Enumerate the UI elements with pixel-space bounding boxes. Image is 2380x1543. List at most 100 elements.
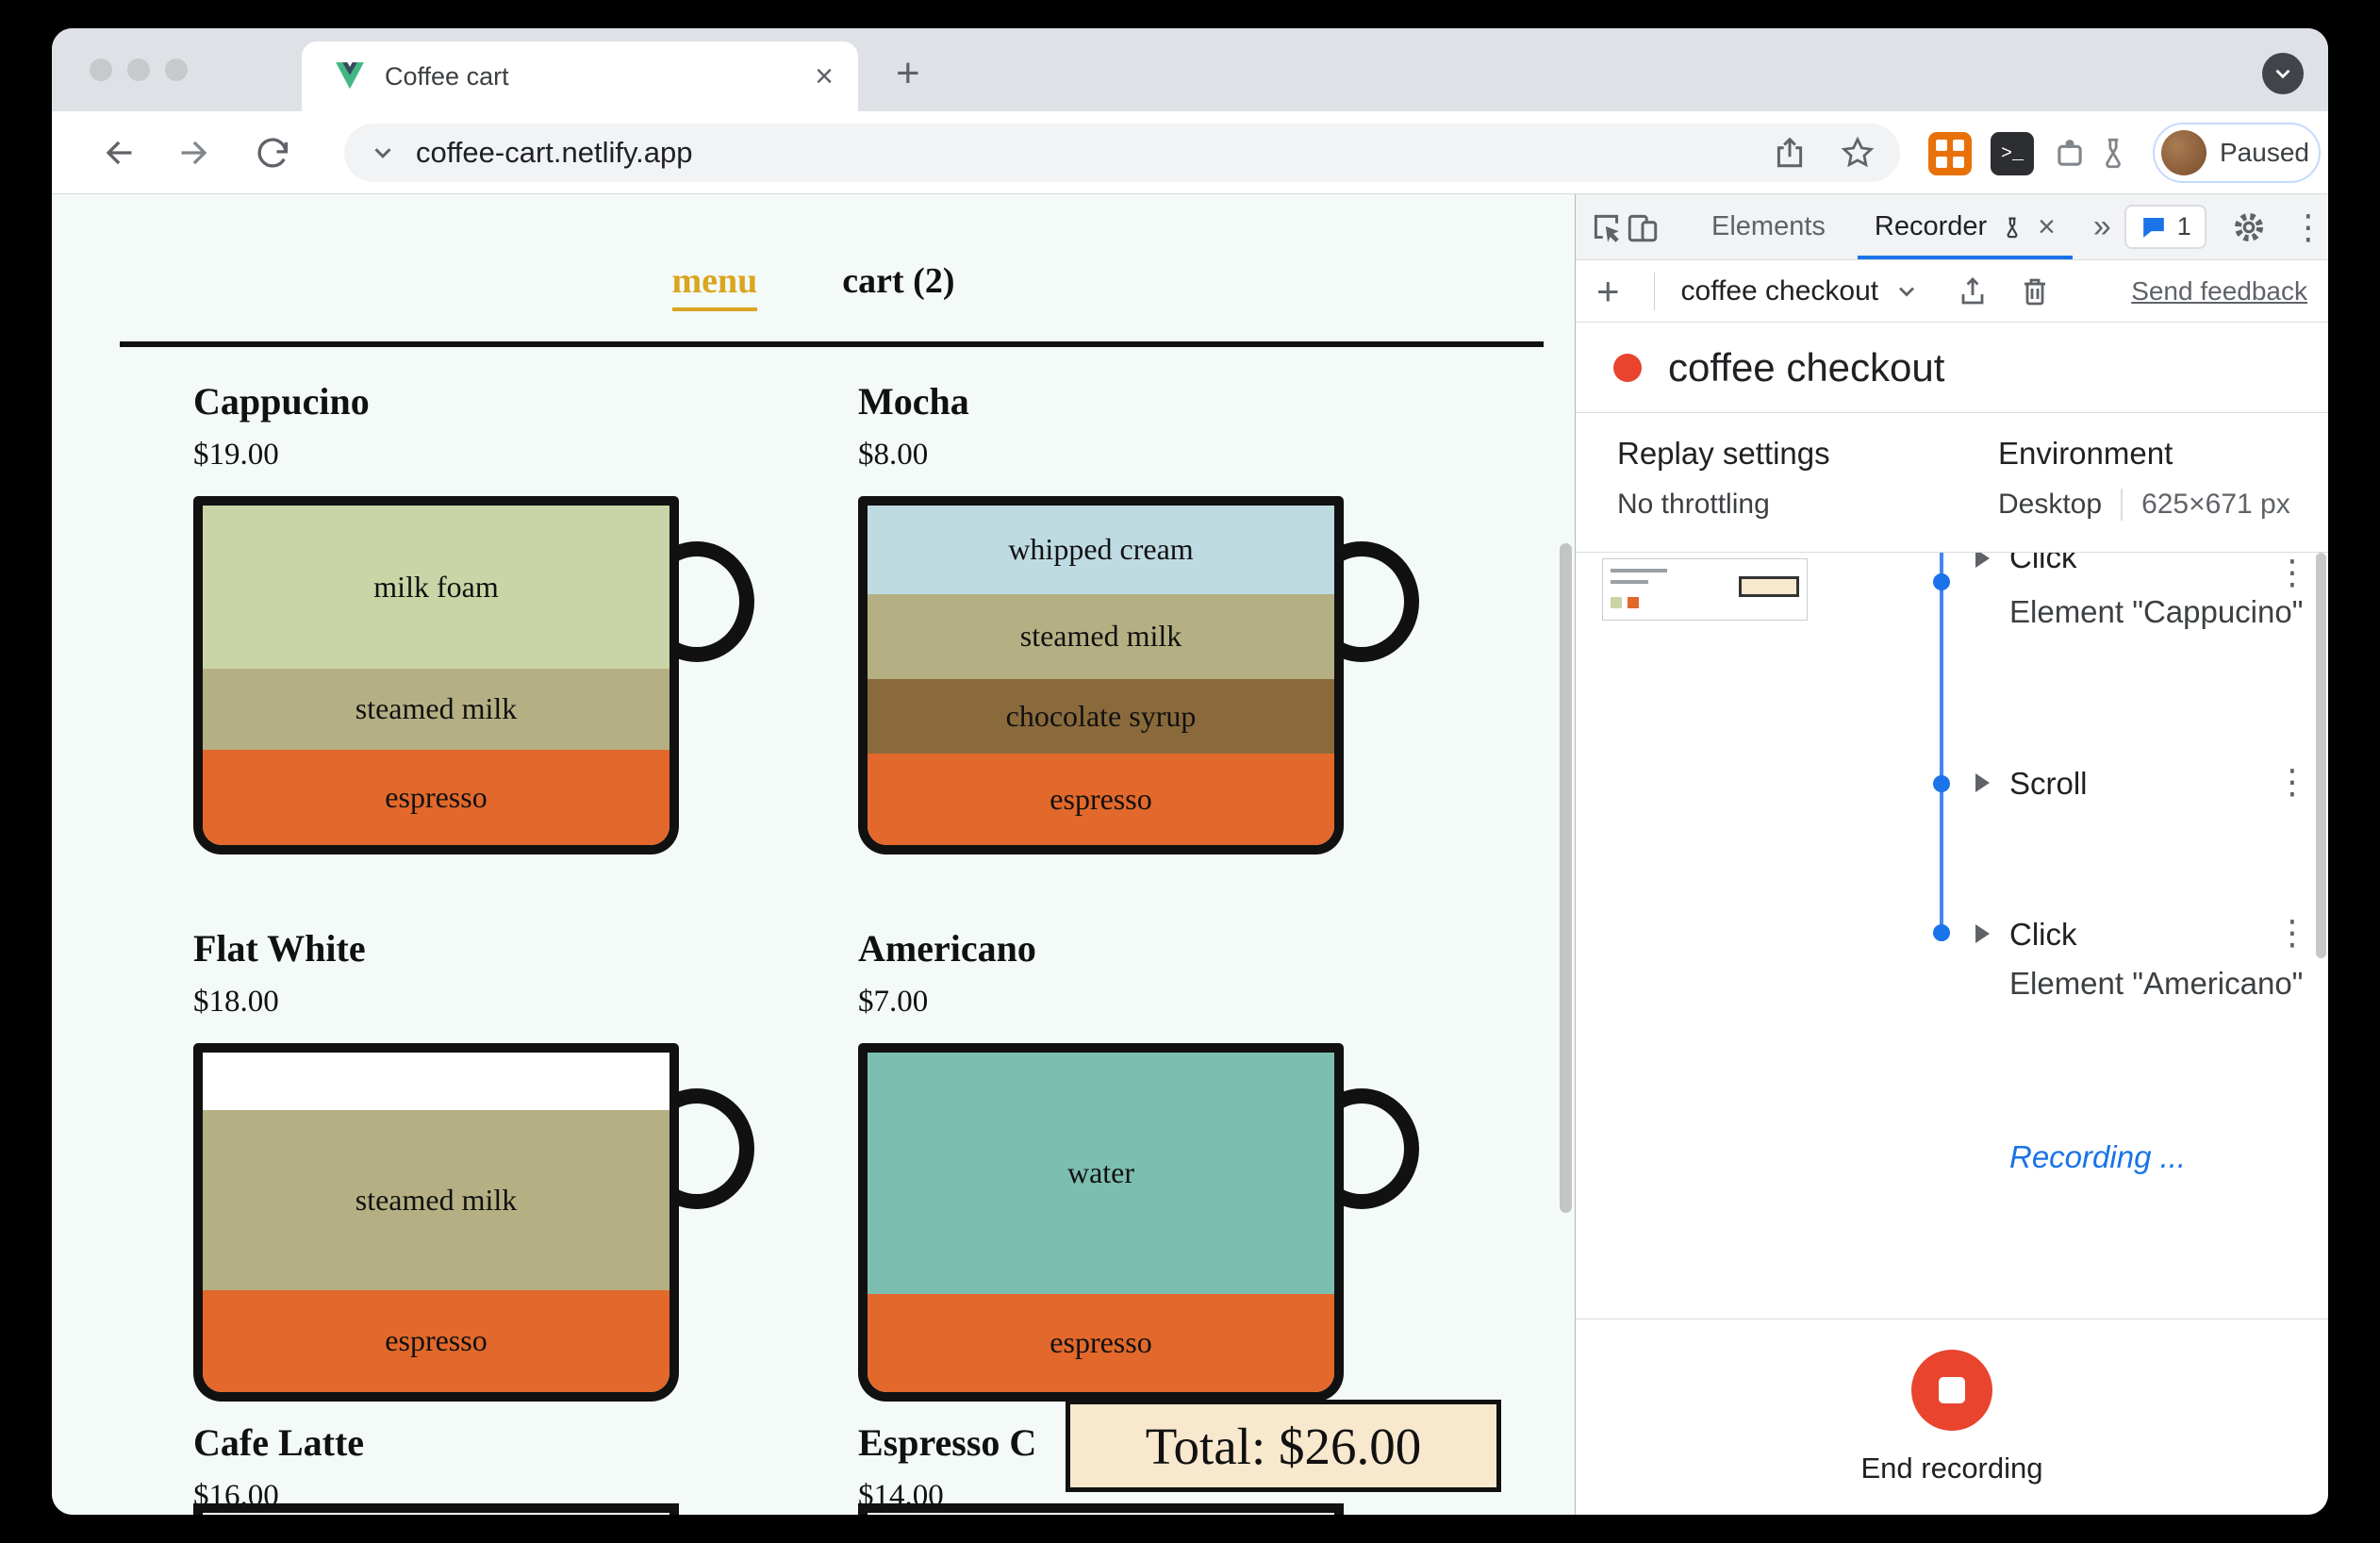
tab-recorder[interactable]: Recorder ×: [1850, 194, 2080, 259]
browser-window: Coffee cart × + coffee-cart.netlify.app …: [52, 28, 2328, 1515]
cup-espresso-c-sliver[interactable]: [858, 1503, 1344, 1515]
item-name-flat-white: Flat White: [193, 927, 366, 970]
tab-search-button[interactable]: [2262, 53, 2304, 94]
tab-title: Coffee cart: [385, 61, 509, 91]
stop-icon: [1939, 1376, 1965, 1403]
app-scrollbar-thumb[interactable]: [1560, 543, 1572, 1213]
step-expand-icon[interactable]: [1975, 924, 1990, 943]
throttling-value: No throttling: [1617, 489, 1770, 520]
cup-cappucino[interactable]: milk foam steamed milk espresso: [193, 496, 754, 854]
nav-cart-link[interactable]: cart (2): [842, 260, 954, 311]
browser-tab-coffee-cart[interactable]: Coffee cart ×: [302, 41, 858, 111]
cup-americano[interactable]: water espresso: [858, 1043, 1419, 1402]
screenshot-stage: Coffee cart × + coffee-cart.netlify.app …: [0, 0, 2380, 1543]
step-2-action[interactable]: Scroll: [2009, 766, 2088, 802]
step-screenshot-thumbnail: [1602, 558, 1808, 621]
layer-label: espresso: [1050, 781, 1152, 816]
experiment-flask-icon: [2007, 217, 2018, 238]
step-3-action[interactable]: Click: [2009, 917, 2077, 953]
environment-device: Desktop: [1998, 489, 2103, 520]
recording-select[interactable]: coffee checkout: [1681, 275, 1921, 307]
inspect-element-icon[interactable]: [1589, 207, 1625, 248]
layer-label: whipped cream: [1008, 532, 1194, 567]
recorder-tab-close-icon[interactable]: ×: [2038, 209, 2056, 244]
cup-mocha[interactable]: whipped cream steamed milk chocolate syr…: [858, 496, 1419, 854]
export-recording-icon[interactable]: [1956, 274, 1990, 308]
timeline-dot: [1933, 775, 1950, 792]
site-info-chevron-icon[interactable]: [369, 139, 397, 167]
delete-recording-icon[interactable]: [2018, 274, 2052, 308]
layer-label: steamed milk: [1019, 619, 1182, 654]
end-recording-label: End recording: [1860, 1451, 2043, 1485]
url-text: coffee-cart.netlify.app: [416, 136, 693, 169]
layer-label: steamed milk: [355, 691, 518, 726]
profile-label: Paused: [2220, 138, 2309, 167]
tab-close-icon[interactable]: ×: [815, 60, 834, 92]
layer-label: chocolate syrup: [1005, 698, 1197, 733]
step-1-action[interactable]: Click: [2009, 553, 2077, 575]
layer-label: steamed milk: [355, 1183, 518, 1218]
step-expand-icon[interactable]: [1975, 773, 1990, 792]
traffic-light-minimize-icon[interactable]: [127, 58, 150, 81]
profile-paused-badge[interactable]: Paused: [2153, 123, 2321, 183]
coffee-cart-app: menu cart (2) Cappucino $19.00 milk foam…: [52, 194, 1575, 1515]
step-3-kebab-icon[interactable]: ⋮: [2275, 913, 2309, 953]
cup-cafe-latte-sliver[interactable]: [193, 1503, 679, 1515]
environment-title: Environment: [1998, 436, 2173, 471]
step-1-kebab-icon[interactable]: ⋮: [2275, 553, 2309, 592]
extension-puzzle-icon[interactable]: [2049, 132, 2091, 174]
devtools-panel: Elements Recorder × » 1 ⋮ + coffee check…: [1575, 194, 2328, 1515]
devtools-settings-gear-icon[interactable]: [2231, 209, 2267, 245]
divider: [1653, 272, 1655, 310]
layer-label: water: [1066, 1155, 1135, 1190]
devtools-scrollbar-thumb[interactable]: [2316, 553, 2326, 958]
timeline-dot: [1933, 573, 1950, 590]
devtools-menu-kebab-icon[interactable]: ⋮: [2291, 209, 2325, 244]
window-content: menu cart (2) Cappucino $19.00 milk foam…: [52, 194, 2328, 1515]
layer-label: espresso: [385, 1323, 488, 1358]
tab-elements-label: Elements: [1711, 211, 1826, 241]
issues-count: 1: [2176, 212, 2191, 241]
cup-body: water espresso: [858, 1043, 1344, 1402]
extension-flask-icon[interactable]: [2092, 132, 2134, 174]
add-recording-icon[interactable]: +: [1576, 269, 1641, 314]
cart-total-button[interactable]: Total: $26.00: [1066, 1400, 1501, 1492]
layer-label: espresso: [1050, 1325, 1152, 1360]
back-button[interactable]: [97, 132, 139, 174]
replay-settings-title: Replay settings: [1617, 436, 1830, 471]
forward-button[interactable]: [174, 132, 216, 174]
step-2-kebab-icon[interactable]: ⋮: [2275, 762, 2309, 802]
traffic-light-maximize-icon[interactable]: [165, 58, 188, 81]
item-price-mocha: $8.00: [858, 438, 929, 472]
recording-header: coffee checkout: [1576, 323, 2328, 413]
chevron-down-icon: [1899, 287, 1915, 296]
cup-flat-white[interactable]: steamed milk espresso: [193, 1043, 754, 1402]
app-nav: menu cart (2): [52, 260, 1575, 311]
cart-total-label: Total: $26.00: [1145, 1417, 1422, 1475]
cup-body: steamed milk espresso: [193, 1043, 679, 1402]
more-tabs-icon[interactable]: »: [2080, 208, 2124, 245]
replay-settings-section: Replay settings No throttling Environmen…: [1576, 413, 2328, 553]
nav-menu-link[interactable]: menu: [671, 260, 758, 311]
cup-body: milk foam steamed milk espresso: [193, 496, 679, 854]
traffic-light-close-icon[interactable]: [90, 58, 112, 81]
new-tab-button[interactable]: +: [896, 53, 920, 94]
end-recording-button[interactable]: [1911, 1349, 1992, 1431]
reload-button[interactable]: [252, 132, 293, 174]
address-bar[interactable]: coffee-cart.netlify.app: [344, 124, 1900, 182]
extension-calculator-icon[interactable]: [1928, 132, 1972, 175]
step-expand-icon[interactable]: [1975, 553, 1990, 568]
device-toolbar-icon[interactable]: [1625, 207, 1661, 248]
header-divider: [120, 341, 1544, 347]
tab-elements[interactable]: Elements: [1687, 194, 1850, 259]
step-1-detail: Element "Cappucino": [2009, 594, 2304, 629]
share-icon[interactable]: [1772, 135, 1808, 171]
send-feedback-link[interactable]: Send feedback: [2131, 276, 2307, 307]
layer-label: milk foam: [373, 569, 499, 604]
recorder-bottom-bar: End recording: [1576, 1319, 2328, 1515]
issues-counter-button[interactable]: 1: [2124, 205, 2206, 249]
extension-terminal-icon[interactable]: >_: [1991, 132, 2034, 175]
recorder-toolbar: + coffee checkout Send feedback: [1576, 260, 2328, 323]
bookmark-star-icon[interactable]: [1840, 135, 1876, 171]
cup-body: whipped cream steamed milk chocolate syr…: [858, 496, 1344, 854]
